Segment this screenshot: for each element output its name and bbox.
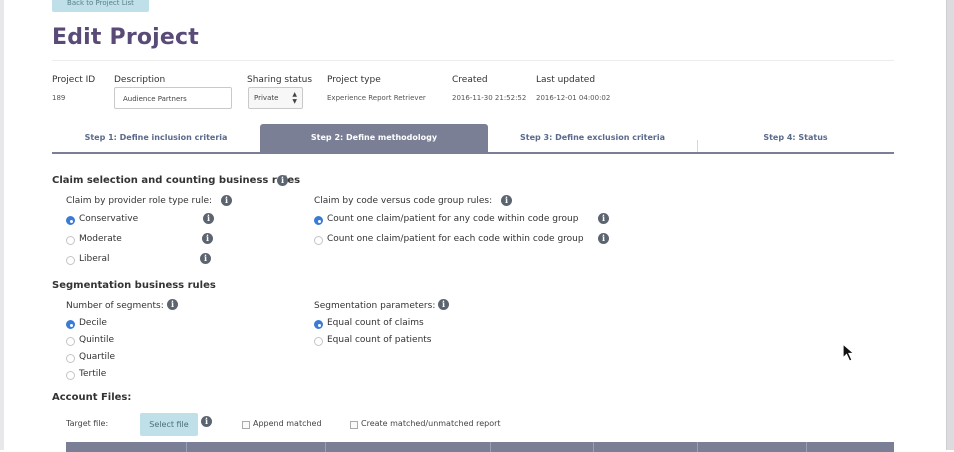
sharing-status-label: Sharing status: [247, 75, 313, 85]
project-id-value: 189: [52, 94, 66, 102]
radio-liberal[interactable]: [66, 256, 75, 265]
sharing-status-value: Private: [254, 94, 279, 102]
append-matched-label: Append matched: [253, 419, 322, 428]
radio-tertile[interactable]: [66, 371, 75, 380]
updown-arrows-icon: ▲ ▼: [292, 91, 297, 105]
description-label: Description: [114, 75, 166, 85]
segments-label: Number of segments:: [66, 301, 164, 311]
project-id-label: Project ID: [52, 75, 96, 85]
last-updated-value: 2016-12-01 04:00:02: [536, 94, 611, 102]
info-icon[interactable]: i: [277, 175, 288, 186]
description-input[interactable]: Audience Partners: [114, 87, 232, 109]
radio-equal-claims[interactable]: [314, 320, 323, 329]
option-tertile-label: Tertile: [79, 369, 107, 379]
radio-moderate[interactable]: [66, 236, 75, 245]
option-any-code-label: Count one claim/patient for any code wit…: [327, 214, 579, 224]
last-updated-label: Last updated: [536, 75, 596, 85]
info-icon[interactable]: i: [598, 233, 609, 244]
account-files-title: Account Files:: [52, 392, 132, 403]
tab-underline: [52, 152, 894, 154]
tab-step-1[interactable]: Step 1: Define inclusion criteria: [52, 124, 260, 152]
option-moderate-label: Moderate: [79, 234, 122, 244]
created-value: 2016-11-30 21:52:52: [452, 94, 527, 102]
project-type-value: Experience Report Retriever: [327, 94, 426, 102]
option-liberal-label: Liberal: [79, 254, 110, 264]
info-icon[interactable]: i: [501, 195, 512, 206]
tab-step-2[interactable]: Step 2: Define methodology: [260, 124, 488, 152]
radio-decile[interactable]: [66, 320, 75, 329]
option-quartile-label: Quartile: [79, 352, 116, 362]
segmentation-title: Segmentation business rules: [52, 280, 216, 291]
tab-step-4[interactable]: Step 4: Status: [697, 124, 894, 152]
vertical-scrollbar[interactable]: [946, 0, 954, 450]
back-to-project-list-button[interactable]: Back to Project List: [52, 0, 149, 12]
info-icon[interactable]: i: [438, 299, 449, 310]
create-report-checkbox[interactable]: [350, 421, 358, 429]
radio-equal-patients[interactable]: [314, 337, 323, 346]
radio-quartile[interactable]: [66, 354, 75, 363]
radio-quintile[interactable]: [66, 337, 75, 346]
option-each-code-label: Count one claim/patient for each code wi…: [327, 234, 584, 244]
sharing-status-select[interactable]: Private ▲ ▼: [248, 87, 303, 109]
segmentation-params-label: Segmentation parameters:: [314, 301, 436, 311]
select-file-button[interactable]: Select file: [140, 413, 198, 436]
table-column-separator: [186, 442, 187, 452]
info-icon[interactable]: i: [203, 213, 214, 224]
option-conservative-label: Conservative: [79, 214, 139, 224]
mouse-pointer-icon: [842, 342, 858, 367]
option-decile-label: Decile: [79, 318, 107, 328]
radio-any-code[interactable]: [314, 216, 323, 225]
table-column-separator: [325, 442, 326, 452]
tab-separator: [697, 140, 698, 152]
radio-each-code[interactable]: [314, 236, 323, 245]
option-equal-claims-label: Equal count of claims: [327, 318, 424, 328]
target-file-label: Target file:: [66, 419, 109, 428]
info-icon[interactable]: i: [200, 253, 211, 264]
tab-step-3[interactable]: Step 3: Define exclusion criteria: [488, 124, 697, 152]
created-label: Created: [452, 75, 488, 85]
table-column-separator: [806, 442, 807, 452]
append-matched-checkbox[interactable]: [242, 421, 250, 429]
table-column-separator: [490, 442, 491, 452]
option-quintile-label: Quintile: [79, 335, 115, 345]
info-icon[interactable]: i: [167, 299, 178, 310]
page-title: Edit Project: [52, 25, 200, 50]
info-icon[interactable]: i: [221, 195, 232, 206]
table-column-separator: [697, 442, 698, 452]
radio-conservative[interactable]: [66, 216, 75, 225]
create-report-label: Create matched/unmatched report: [361, 419, 501, 428]
code-rule-label: Claim by code versus code group rules:: [314, 196, 493, 206]
project-type-label: Project type: [327, 75, 381, 85]
role-rule-label: Claim by provider role type rule:: [66, 196, 213, 206]
account-files-table-header: [66, 442, 894, 452]
claim-section-title: Claim selection and counting business ru…: [52, 175, 301, 186]
window-frame-left: [0, 0, 4, 450]
option-equal-patients-label: Equal count of patients: [327, 335, 432, 345]
table-column-separator: [593, 442, 594, 452]
info-icon[interactable]: i: [598, 213, 609, 224]
info-icon[interactable]: i: [202, 233, 213, 244]
divider: [52, 60, 894, 61]
info-icon[interactable]: i: [201, 416, 212, 427]
